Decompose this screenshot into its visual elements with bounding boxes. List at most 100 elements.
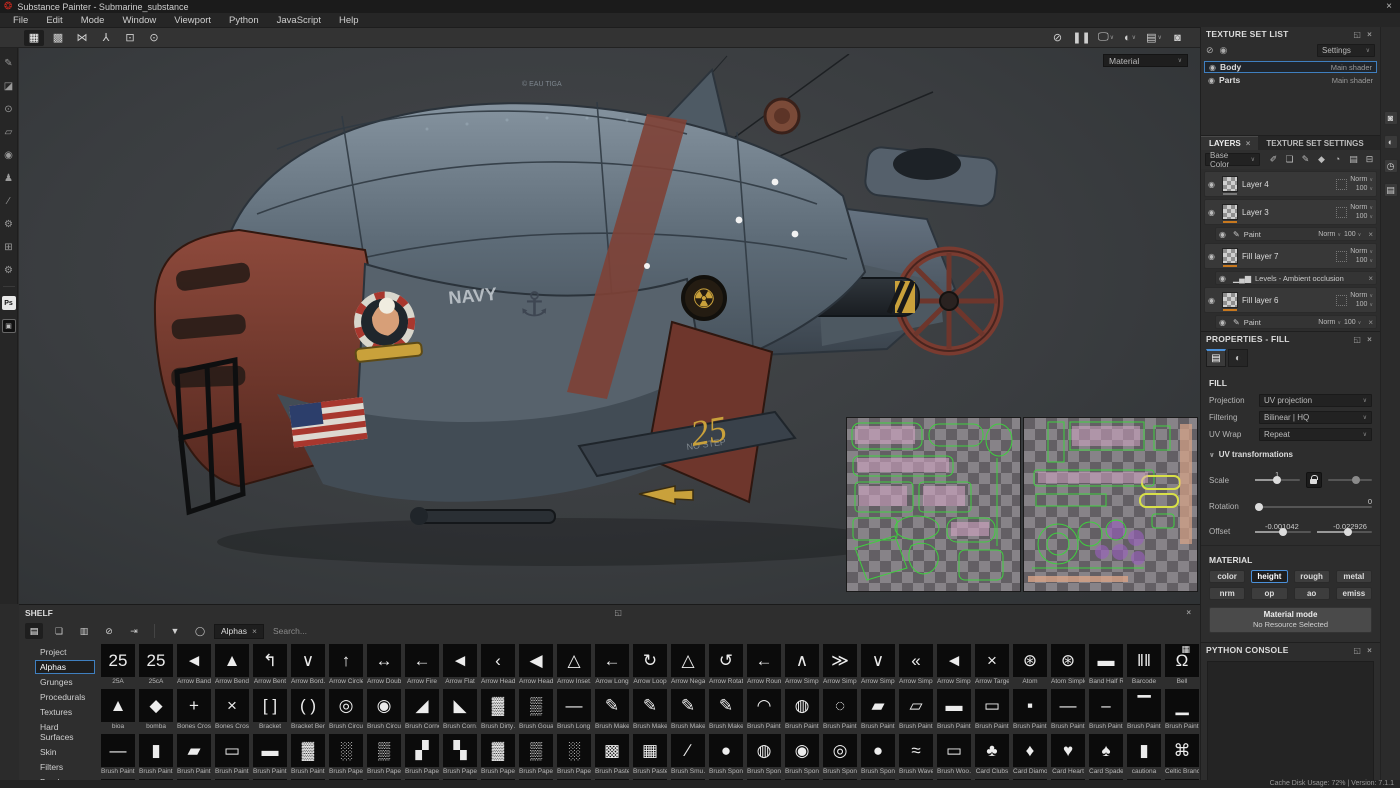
channel-toggle[interactable]: emiss: [1335, 587, 1372, 600]
shelf-resource[interactable]: ↔ Arrow Double: [367, 644, 401, 685]
material-mode-selector[interactable]: Material mode No Resource Selected: [1209, 607, 1372, 633]
layer-effect-row[interactable]: ◉ ✎ Paint Norm ∨ 100 ∨ ×: [1215, 315, 1377, 329]
history-panel-icon[interactable]: ◷: [1383, 159, 1398, 173]
shelf-category[interactable]: Procedurals: [35, 690, 95, 704]
shading-mode-dropdown[interactable]: Material ∨: [1103, 54, 1188, 67]
eye-icon[interactable]: ◉: [1208, 252, 1218, 261]
shelf-resource[interactable]: ◎ Brush Spon…: [823, 734, 857, 775]
undock-icon[interactable]: ◱: [1350, 335, 1364, 344]
channel-toggle[interactable]: op: [1251, 587, 1288, 600]
unlink-icon[interactable]: ⊘: [100, 623, 118, 639]
shelf-resource[interactable]: ░ Brush Pape…: [329, 734, 363, 775]
shelf-category[interactable]: Filters: [35, 760, 95, 774]
shelf-resource[interactable]: ✎ Brush Maker: [595, 689, 629, 730]
channel-toggle[interactable]: rough: [1293, 570, 1330, 583]
pause-engine-icon[interactable]: ❚❚: [1072, 30, 1092, 46]
shelf-resource[interactable]: ▚ Brush Pape…: [443, 734, 477, 775]
add-paint-layer-icon[interactable]: ✎: [1299, 154, 1312, 165]
shelf-resource[interactable]: ∕ Brush Smu…: [671, 734, 705, 775]
shelf-resource[interactable]: ✎ Brush Make…: [671, 689, 705, 730]
shelf-category[interactable]: Grunges: [35, 675, 95, 689]
remove-filter-icon[interactable]: ×: [252, 626, 257, 636]
mask-thumbnail[interactable]: [1336, 206, 1348, 218]
shelf-resource[interactable]: × Bones Cros…: [215, 689, 249, 730]
polygon-fill-tool[interactable]: ▱: [2, 125, 16, 139]
eye-icon[interactable]: ◉: [1208, 76, 1215, 85]
eye-icon[interactable]: ◉: [1208, 208, 1218, 217]
undock-icon[interactable]: ◱: [1350, 646, 1364, 655]
menu-python[interactable]: Python: [220, 13, 268, 28]
shelf-resource[interactable]: ↑ Arrow Circle: [329, 644, 363, 685]
layer-row[interactable]: ◉ Layer 4 Norm ∨ 100 ∨: [1204, 171, 1377, 197]
menu-file[interactable]: File: [4, 13, 37, 28]
resource-updater-icon[interactable]: ▣: [1, 319, 16, 333]
eye-icon[interactable]: ◉: [1208, 296, 1218, 305]
shelf-resource[interactable]: ◌ Brush Paint…: [823, 689, 857, 730]
shelf-resource[interactable]: ▪ Brush Paint…: [1013, 689, 1047, 730]
shelf-resource[interactable]: ◄ Arrow Band: [177, 644, 211, 685]
shelf-resource[interactable]: ▭ Brush Paint…: [215, 734, 249, 775]
eraser-tool[interactable]: ◪: [2, 79, 16, 93]
channel-toggle[interactable]: nrm: [1209, 587, 1246, 600]
eye-icon[interactable]: ◉: [1208, 180, 1218, 189]
remove-effect-icon[interactable]: ×: [1368, 318, 1373, 327]
close-icon[interactable]: ×: [1364, 646, 1375, 655]
shelf-resource[interactable]: ◠ Brush Paint…: [747, 689, 781, 730]
shelf-category[interactable]: Alphas: [35, 660, 95, 674]
geometry-mask-tool[interactable]: ⊞: [2, 240, 16, 254]
uv-grid-icon[interactable]: ▦: [24, 29, 44, 46]
shelf-resource[interactable]: ▓ Brush Pape…: [481, 734, 515, 775]
shelf-resource[interactable]: ▭ Brush Woo…: [937, 734, 971, 775]
shelf-resource[interactable]: ▔ Brush Paint…: [1127, 689, 1161, 730]
shelf-folder-icon[interactable]: ▤: [25, 623, 43, 639]
shelf-resource[interactable]: ▬ Band Half R…: [1089, 644, 1123, 685]
shelf-category[interactable]: Hard Surfaces: [35, 720, 95, 744]
Body[interactable]: ◉ Body Main shader: [1204, 61, 1377, 73]
add-fill-layer-icon[interactable]: ❏: [1283, 154, 1296, 165]
shelf-resource[interactable]: « Arrow Simpl…: [899, 644, 933, 685]
eye-icon[interactable]: ◉: [1219, 230, 1229, 239]
menu-viewport[interactable]: Viewport: [165, 13, 220, 28]
shelf-resource[interactable]: ⊛ Atom: [1013, 644, 1047, 685]
shelf-resource[interactable]: ≈ Brush Wave: [899, 734, 933, 775]
pivot-icon[interactable]: ⊙: [144, 30, 164, 46]
menu-javascript[interactable]: JavaScript: [268, 13, 330, 28]
shelf-resource[interactable]: ∨ Arrow Simpl…: [861, 644, 895, 685]
shelf-resource[interactable]: ∧ Arrow Simple: [785, 644, 819, 685]
layer-effect-row[interactable]: ◉ ✎ Paint Norm ∨ 100 ∨ ×: [1215, 227, 1377, 241]
shelf-resource[interactable]: ‹ Arrow Head…: [481, 644, 515, 685]
shelf-resource[interactable]: ▲ bioa: [101, 689, 135, 730]
shelf-resource[interactable]: ⌘ Celtic Branch: [1165, 734, 1199, 775]
shelf-resource[interactable]: ⊛ Atom Simple: [1051, 644, 1085, 685]
add-effect-icon[interactable]: ✐: [1267, 154, 1280, 165]
shelf-resource[interactable]: ◉ Brush Spon…: [785, 734, 819, 775]
tab-layers[interactable]: LAYERS ×: [1201, 136, 1259, 150]
hide-all-eye-icon[interactable]: ⊘: [1206, 45, 1214, 56]
projection-dropdown[interactable]: UV projection ∨: [1259, 394, 1372, 407]
shelf-resource[interactable]: — Brush Paint…: [1051, 689, 1085, 730]
shelf-resource[interactable]: ∨ Arrow Bord…: [291, 644, 325, 685]
rotation-slider[interactable]: 0: [1255, 497, 1372, 511]
texture-set-settings-dropdown[interactable]: Settings ∨: [1317, 44, 1375, 57]
shelf-resource[interactable]: ✎ Brush Make…: [633, 689, 667, 730]
layer-row[interactable]: ◉ Fill layer 7 Norm ∨ 100 ∨: [1204, 243, 1377, 269]
symmetry-y-icon[interactable]: ⅄: [96, 30, 116, 46]
paint-tool[interactable]: ✎: [2, 56, 16, 70]
shelf-resource[interactable]: ◢ Brush Corner: [405, 689, 439, 730]
settings-tool[interactable]: ⚙: [2, 263, 16, 277]
python-console-output[interactable]: [1207, 661, 1374, 788]
shelf-resource[interactable]: ≫ Arrow Simpl…: [823, 644, 857, 685]
delete-layer-icon[interactable]: ⊟: [1363, 154, 1376, 165]
shelf-resource[interactable]: ( ) Bracket Bent: [291, 689, 325, 730]
smudge-tool[interactable]: ◉: [2, 148, 16, 162]
scale-v-slider[interactable]: [1327, 476, 1372, 484]
uv-grid-alt-icon[interactable]: ▩: [48, 30, 68, 46]
channel-toggle[interactable]: ao: [1293, 587, 1330, 600]
filter-funnel-icon[interactable]: ▼: [166, 623, 184, 639]
close-icon[interactable]: ×: [1364, 30, 1375, 39]
shelf-resource[interactable]: ✎ Brush Make…: [709, 689, 743, 730]
Parts[interactable]: ◉ Parts Main shader: [1204, 74, 1377, 86]
channel-filter-dropdown[interactable]: Base Color ∨: [1205, 151, 1260, 169]
shelf-resource[interactable]: ↰ Arrow Bent: [253, 644, 287, 685]
shelf-resource[interactable]: [ ] Bracket: [253, 689, 287, 730]
